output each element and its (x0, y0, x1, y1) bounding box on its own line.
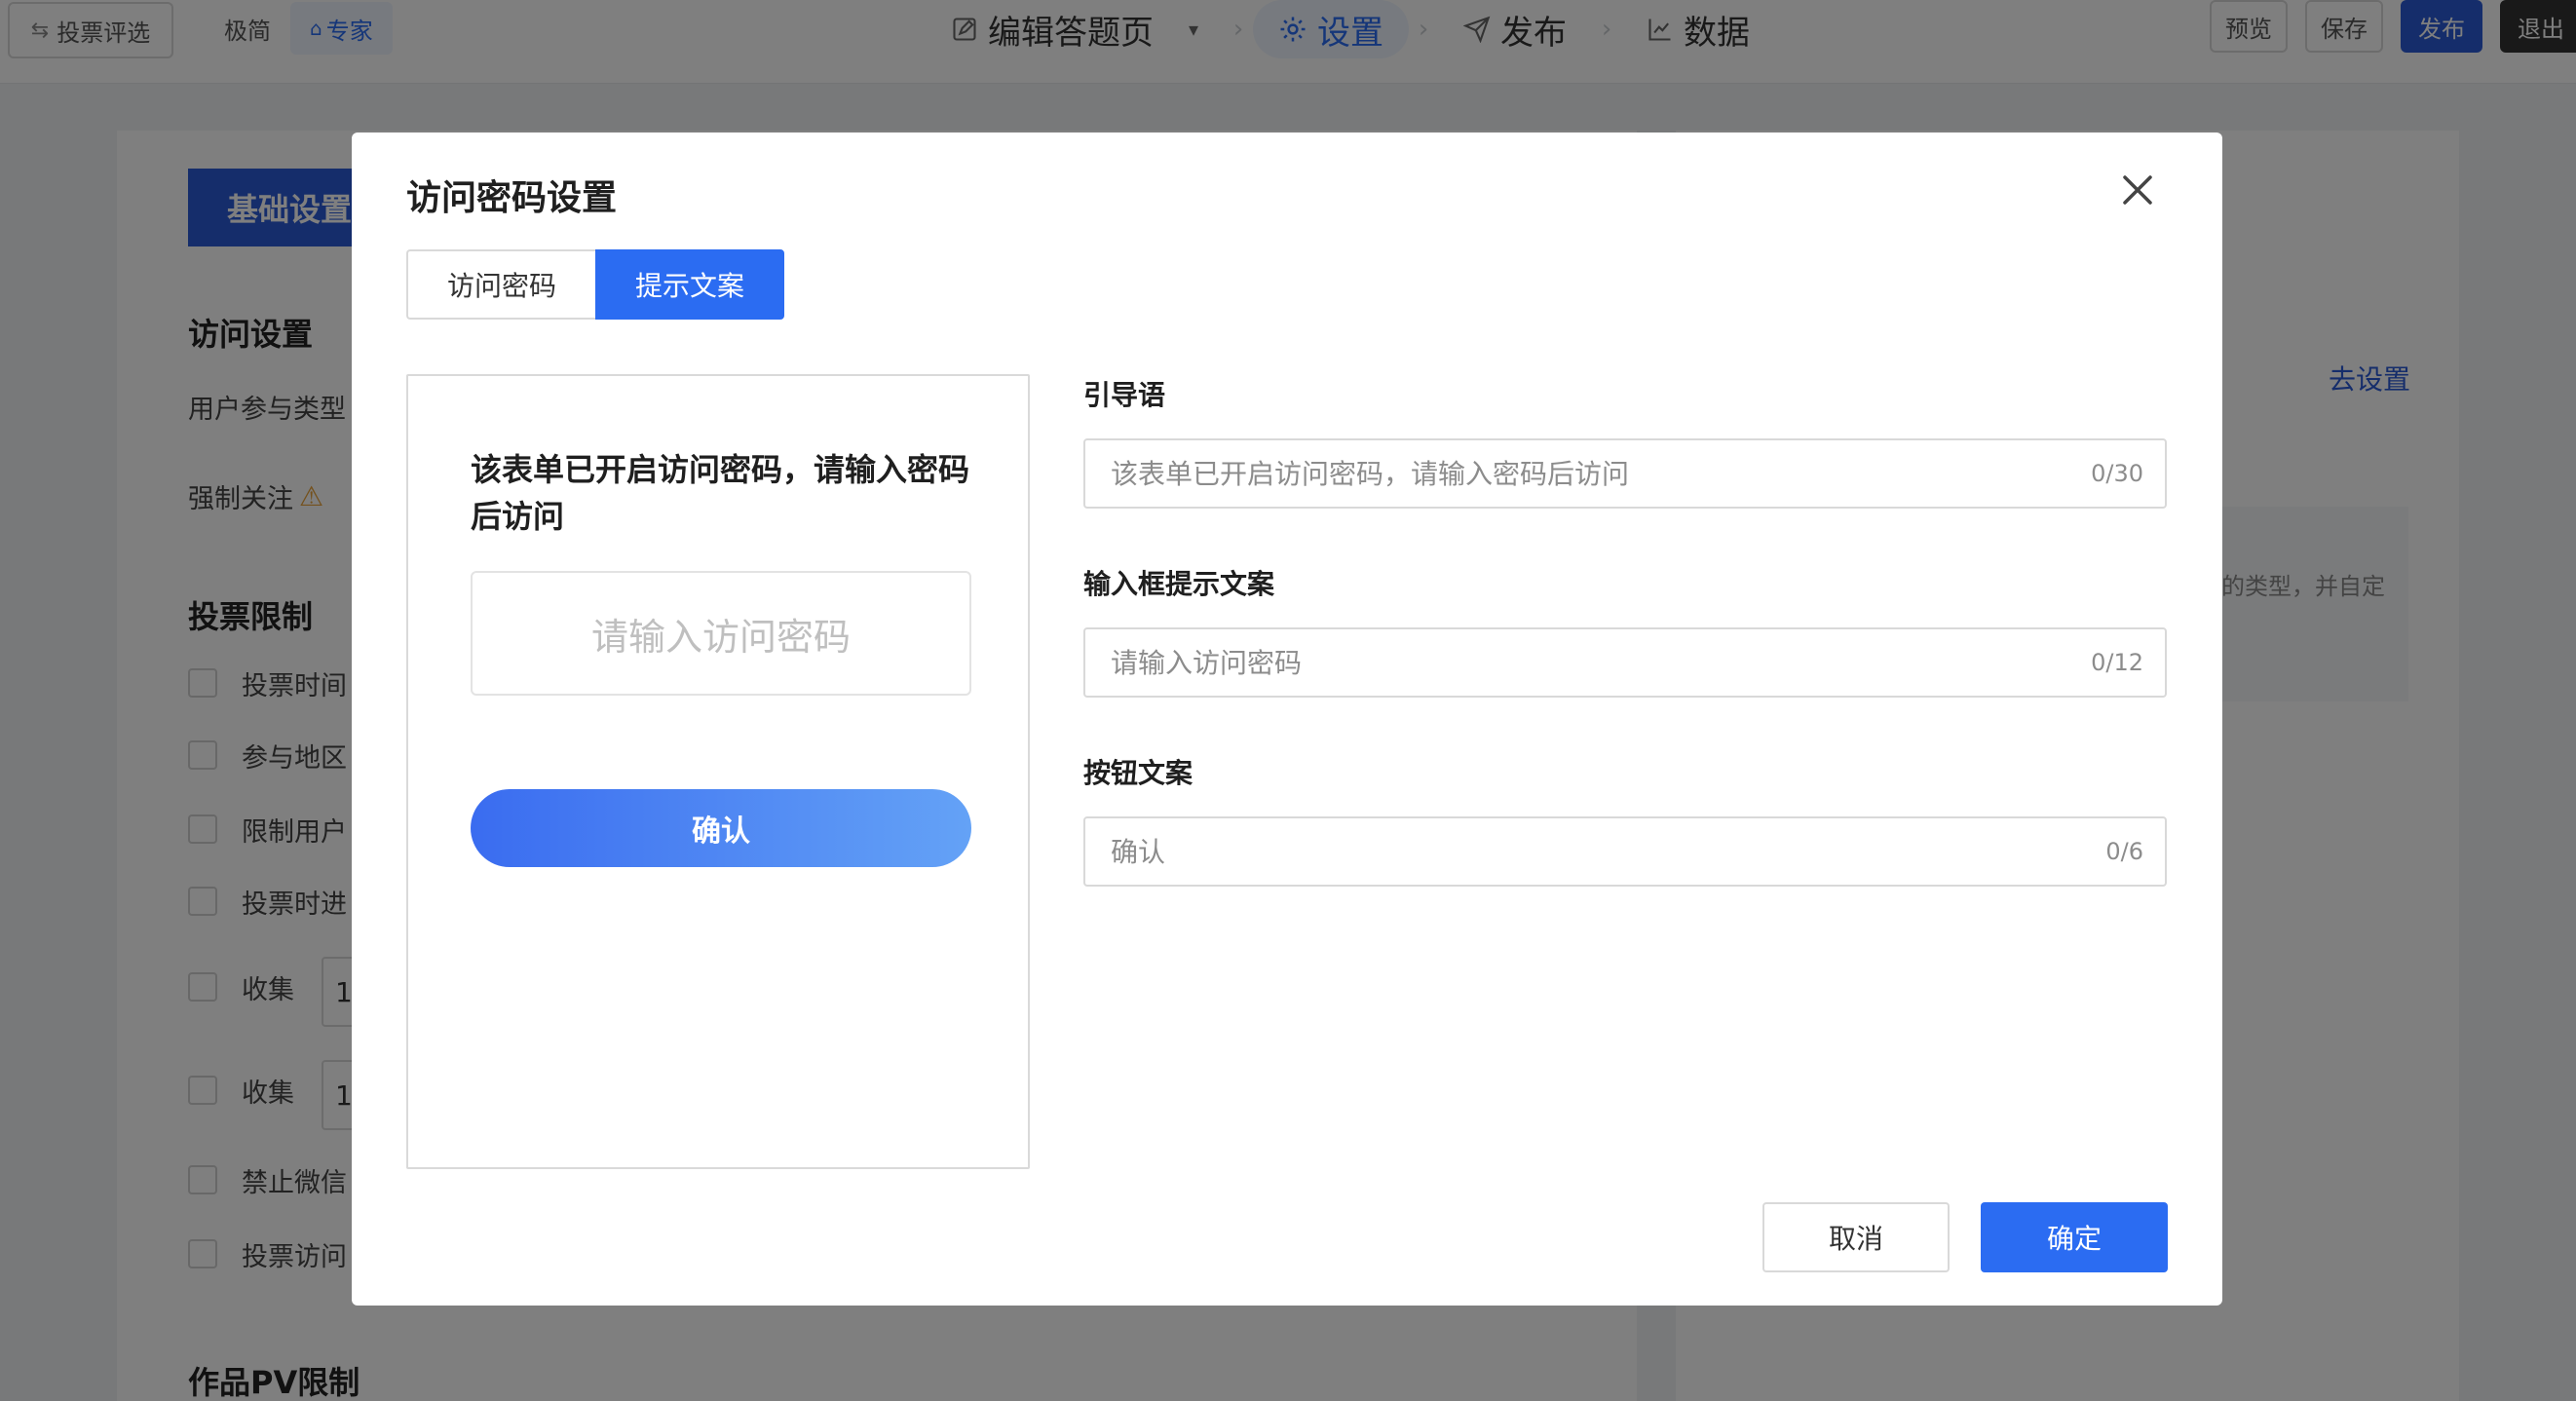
lead-char-count: 0/30 (2091, 460, 2143, 487)
tab-access-password[interactable]: 访问密码 (406, 249, 595, 320)
dialog-title: 访问密码设置 (406, 178, 618, 218)
button-text-char-count: 0/6 (2105, 838, 2143, 865)
access-password-dialog: 访问密码设置 访问密码 提示文案 该表单已开启访问密码，请输入密码后访问 请输入… (352, 133, 2222, 1306)
lead-label: 引导语 (1083, 379, 1166, 411)
close-icon[interactable] (2113, 166, 2162, 214)
lead-field[interactable]: 0/30 (1083, 438, 2167, 509)
preview-password-input: 请输入访问密码 (471, 571, 971, 696)
preview-confirm-button: 确认 (471, 789, 971, 867)
cancel-button[interactable]: 取消 (1762, 1202, 1950, 1272)
dialog-footer: 取消 确定 (1762, 1202, 2168, 1272)
input-hint-input[interactable] (1085, 629, 2092, 696)
preview-card: 该表单已开启访问密码，请输入密码后访问 请输入访问密码 确认 (406, 374, 1030, 1169)
input-hint-field[interactable]: 0/12 (1083, 627, 2167, 698)
confirm-button[interactable]: 确定 (1981, 1202, 2168, 1272)
dialog-tabs: 访问密码 提示文案 (406, 249, 784, 320)
input-hint-label: 输入框提示文案 (1083, 568, 1275, 600)
button-text-label: 按钮文案 (1083, 757, 1193, 789)
preview-lead-text: 该表单已开启访问密码，请输入密码后访问 (471, 451, 970, 535)
button-text-input[interactable] (1085, 818, 2106, 885)
lead-input[interactable] (1085, 440, 2092, 507)
input-hint-char-count: 0/12 (2091, 649, 2143, 676)
tab-hint-text[interactable]: 提示文案 (595, 249, 784, 320)
button-text-field[interactable]: 0/6 (1083, 816, 2167, 887)
